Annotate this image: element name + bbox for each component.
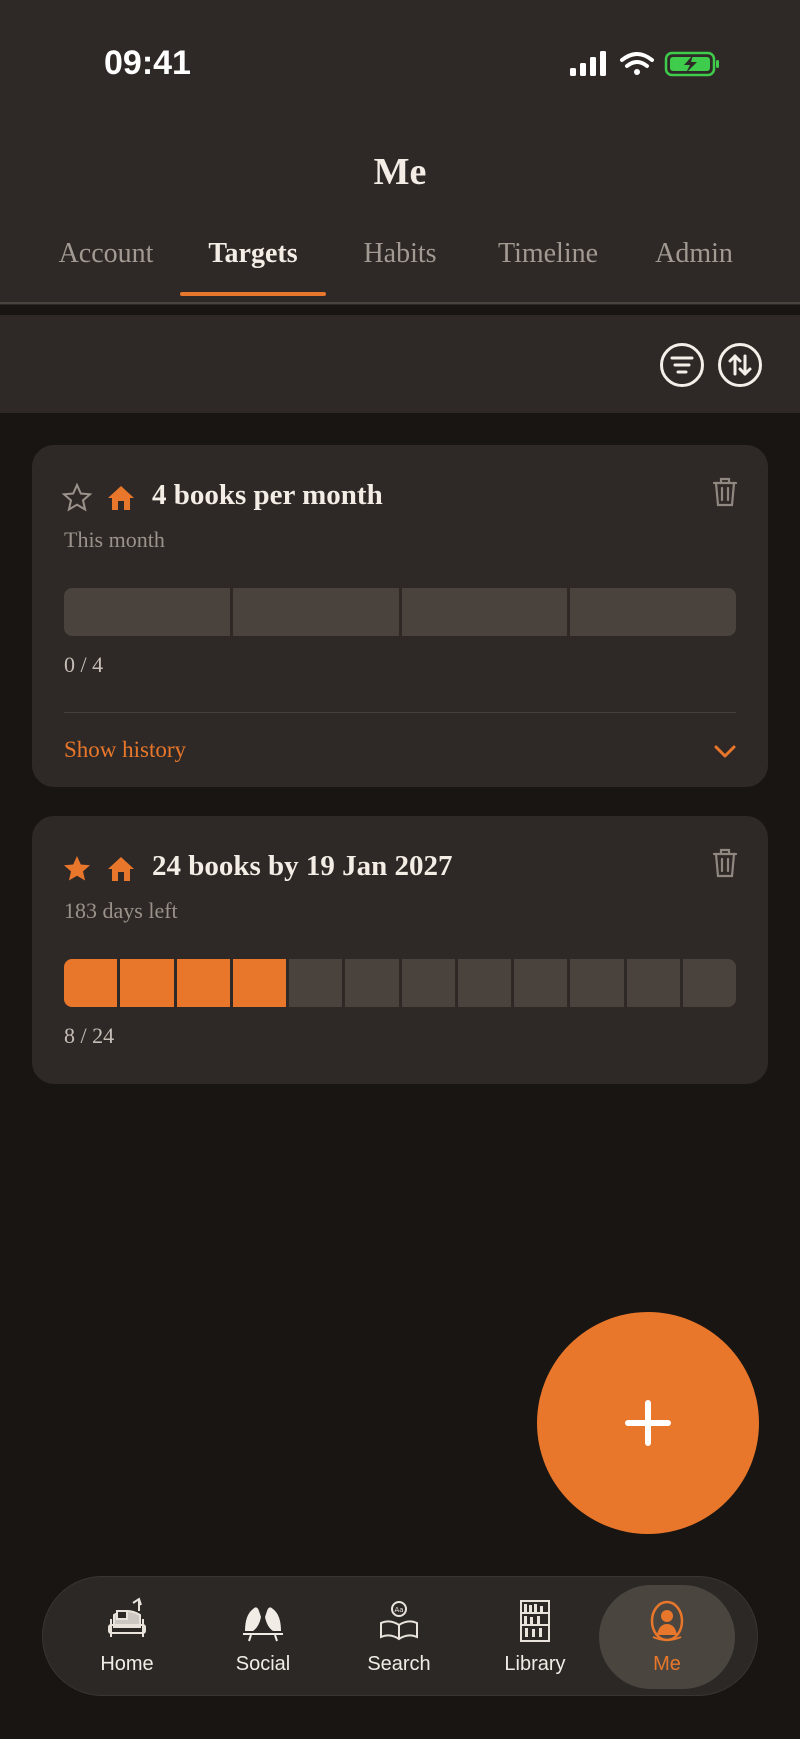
status-bar: 09:41 xyxy=(0,0,800,130)
target-card[interactable]: 4 books per month This month 0 / 4 Show … xyxy=(32,445,768,787)
tab-habits[interactable]: Habits xyxy=(334,238,466,298)
progress-count: 8 / 24 xyxy=(64,1023,115,1048)
tabs-divider xyxy=(0,302,800,304)
progress-segment xyxy=(570,588,736,636)
bottom-navigation: Home Social Aa Search Library Me xyxy=(42,1576,758,1696)
svg-text:Aa: Aa xyxy=(394,1606,403,1614)
open-book-search-icon: Aa xyxy=(380,1601,418,1641)
tab-account[interactable]: Account xyxy=(30,238,182,298)
chevron-down-icon[interactable] xyxy=(714,745,736,759)
target-period: This month xyxy=(64,527,165,552)
progress-segment xyxy=(514,959,568,1007)
nav-item-search[interactable]: Aa Search xyxy=(331,1577,467,1697)
progress-bar xyxy=(64,959,736,1007)
nav-item-social[interactable]: Social xyxy=(195,1577,331,1697)
trash-icon[interactable] xyxy=(712,848,738,878)
star-filled-icon[interactable] xyxy=(62,854,92,884)
progress-bar xyxy=(64,588,736,636)
targets-screen: 09:41 Me Account Targets Habits Timeline… xyxy=(0,0,800,1739)
target-title: 24 books by 19 Jan 2027 xyxy=(152,850,453,882)
progress-segment xyxy=(401,959,455,1007)
filter-button[interactable] xyxy=(660,343,704,387)
nav-label: Me xyxy=(653,1653,681,1675)
progress-segment xyxy=(289,959,343,1007)
toolbar xyxy=(0,315,800,413)
progress-segment xyxy=(682,959,736,1007)
tab-admin[interactable]: Admin xyxy=(630,238,758,298)
star-outline-icon[interactable] xyxy=(62,483,92,513)
page-title: Me xyxy=(373,151,427,193)
nav-label: Home xyxy=(100,1653,154,1675)
home-icon xyxy=(108,486,134,510)
nav-item-me[interactable]: Me xyxy=(599,1585,735,1689)
progress-segment-filled xyxy=(176,959,230,1007)
sort-icon xyxy=(728,354,752,376)
birds-icon xyxy=(243,1607,283,1642)
bookshelf-icon xyxy=(520,1600,550,1642)
nav-item-home[interactable]: Home xyxy=(59,1577,195,1697)
tab-timeline[interactable]: Timeline xyxy=(472,238,624,298)
active-tab-indicator xyxy=(180,292,326,296)
sort-button[interactable] xyxy=(718,343,762,387)
armchair-reading-icon xyxy=(108,1597,146,1637)
progress-segment xyxy=(570,959,624,1007)
progress-segment xyxy=(401,588,568,636)
battery-charging-icon xyxy=(664,51,719,77)
wifi-icon xyxy=(620,52,654,75)
progress-count: 0 / 4 xyxy=(64,652,104,677)
nav-label: Library xyxy=(504,1653,566,1675)
progress-segment xyxy=(457,959,511,1007)
nav-label: Search xyxy=(367,1653,431,1675)
nav-label: Social xyxy=(235,1653,291,1675)
progress-segment xyxy=(64,588,230,636)
plus-icon xyxy=(625,1400,671,1446)
home-icon xyxy=(108,857,134,881)
add-target-button[interactable] xyxy=(537,1312,759,1534)
progress-segment xyxy=(626,959,680,1007)
card-divider xyxy=(64,712,736,713)
signal-icon xyxy=(570,51,606,76)
header: 09:41 Me Account Targets Habits Timeline… xyxy=(0,0,800,305)
progress-segment xyxy=(232,588,399,636)
status-time: 09:41 xyxy=(104,44,191,82)
portrait-icon xyxy=(650,1600,684,1642)
target-card[interactable]: 24 books by 19 Jan 2027 183 days left 8 … xyxy=(32,816,768,1084)
show-history-link[interactable]: Show history xyxy=(64,737,186,763)
progress-segment xyxy=(345,959,399,1007)
status-icons xyxy=(570,50,730,78)
filter-icon xyxy=(670,356,694,374)
progress-segment-filled xyxy=(64,959,118,1007)
nav-item-library[interactable]: Library xyxy=(467,1577,603,1697)
target-title: 4 books per month xyxy=(152,479,383,511)
tab-targets[interactable]: Targets xyxy=(178,238,328,298)
tab-bar: Account Targets Habits Timeline Admin xyxy=(0,238,800,304)
target-days-left: 183 days left xyxy=(64,898,178,923)
progress-segment-filled xyxy=(232,959,286,1007)
trash-icon[interactable] xyxy=(712,477,738,507)
progress-segment-filled xyxy=(120,959,174,1007)
